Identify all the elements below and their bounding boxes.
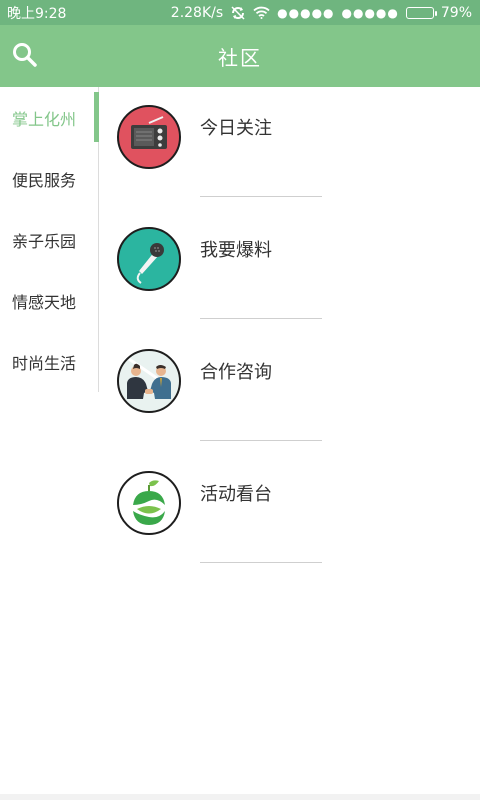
network-speed: 2.28K/s: [170, 4, 224, 21]
sidebar-item-label: 时尚生活: [12, 353, 77, 373]
status-indicators: 2.28K/s ●●●●● ●●●●● 79%: [171, 5, 472, 21]
sidebar-item-label: 便民服务: [12, 170, 77, 190]
page-title: 社区: [218, 45, 262, 70]
sidebar-item-label: 亲子乐园: [12, 231, 77, 251]
signal-strength-1: ●●●●●: [277, 5, 335, 20]
content-list: 今日关注 我要爆料 合作咨询 活动看台: [99, 87, 480, 575]
microphone-icon: [117, 227, 181, 291]
divider: [200, 440, 322, 441]
list-item-label: 合作咨询: [200, 362, 272, 383]
status-time: 晚上9:28: [7, 5, 67, 22]
battery-percent: 79%: [440, 4, 472, 21]
search-icon[interactable]: [12, 42, 38, 68]
status-bar: 晚上9:28 2.28K/s ●●●●● ●●●●● 79%: [0, 0, 480, 25]
sidebar-item-zhangshanghuazhou[interactable]: 掌上化州: [0, 87, 99, 148]
category-sidebar: 掌上化州 便民服务 亲子乐园 情感天地 时尚生活: [0, 87, 99, 392]
radio-icon: [117, 105, 181, 169]
bottom-edge: [0, 794, 480, 800]
signal-strength-2: ●●●●●: [341, 5, 399, 20]
sidebar-item-qinzileyuan[interactable]: 亲子乐园: [0, 209, 98, 270]
list-item-jinriguanzhu[interactable]: 今日关注: [99, 87, 480, 209]
app-bar: 社区: [0, 25, 480, 87]
list-item-label: 今日关注: [200, 118, 272, 139]
leaf-logo-icon: [117, 471, 181, 535]
wifi-icon: [253, 6, 270, 19]
list-item-hezuozixun[interactable]: 合作咨询: [99, 331, 480, 453]
sidebar-item-label: 情感天地: [12, 292, 77, 312]
list-item-huodongkantai[interactable]: 活动看台: [99, 453, 480, 575]
sync-icon: [230, 5, 246, 20]
divider: [200, 196, 322, 197]
list-item-woyaobaoliao[interactable]: 我要爆料: [99, 209, 480, 331]
handshake-icon: [117, 349, 181, 413]
divider: [200, 562, 322, 563]
sidebar-item-shishangshenghuo[interactable]: 时尚生活: [0, 331, 98, 392]
sidebar-item-bianminfuwu[interactable]: 便民服务: [0, 148, 98, 209]
list-item-label: 我要爆料: [200, 240, 272, 261]
battery-icon: [405, 6, 437, 19]
list-item-label: 活动看台: [200, 484, 272, 505]
sidebar-item-qinggantiandi[interactable]: 情感天地: [0, 270, 98, 331]
divider: [200, 318, 322, 319]
sidebar-item-label: 掌上化州: [12, 109, 77, 129]
